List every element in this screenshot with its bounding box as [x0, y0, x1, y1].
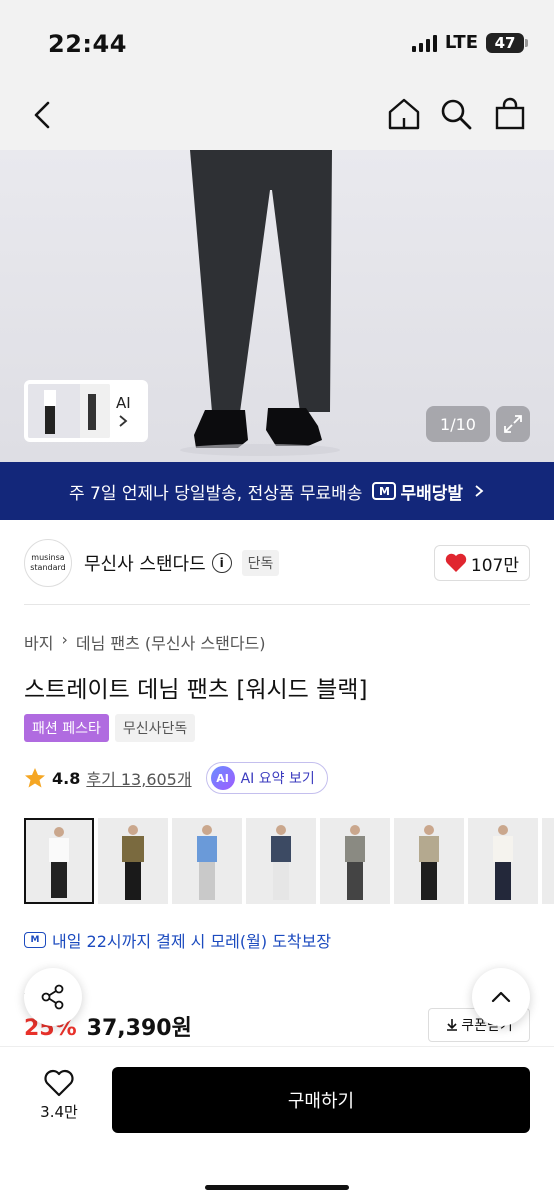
chevron-up-icon — [491, 991, 511, 1003]
status-time: 22:44 — [48, 30, 127, 58]
download-icon — [447, 1019, 458, 1031]
banner-badge-label: 무배당발 — [400, 483, 464, 504]
fashion-festa-tag: 패션 페스타 — [24, 714, 109, 742]
wishlist-count: 3.4만 — [40, 1103, 78, 1121]
delivery-banner[interactable]: 주 7일 언제나 당일발송, 전상품 무료배송 M 무배당발 — [0, 462, 554, 520]
chevron-right-icon — [475, 485, 484, 497]
bottom-action-bar: 3.4만 구매하기 — [0, 1046, 554, 1200]
info-icon[interactable]: i — [211, 553, 232, 573]
ai-label: AI — [116, 394, 131, 412]
breadcrumb-separator: › — [61, 630, 68, 649]
breadcrumb: 바지 › 데님 팬츠 (무신사 스탠다드) — [24, 630, 266, 654]
brand-logo-line1: musinsa — [31, 553, 65, 562]
color-variant[interactable] — [542, 818, 554, 904]
product-image[interactable]: AI 1/10 — [0, 150, 554, 462]
tag-row: 패션 페스타 무신사단독 — [24, 714, 196, 742]
status-bar: 22:44 LTE 47 — [0, 0, 554, 80]
ai-icon: AI — [210, 766, 235, 790]
chevron-right-icon — [119, 415, 128, 427]
thumbnail-image — [28, 384, 110, 438]
wishlist-button[interactable]: 3.4만 — [26, 1069, 92, 1122]
exclusive-badge: 단독 — [241, 550, 280, 576]
home-indicator — [205, 1185, 349, 1190]
ai-summary-label: AI 요약 보기 — [240, 771, 315, 787]
color-variant[interactable] — [320, 818, 390, 904]
color-variant[interactable] — [246, 818, 316, 904]
expand-icon — [504, 415, 522, 433]
status-indicators: LTE 47 — [411, 32, 528, 53]
heart-icon — [445, 553, 467, 572]
ai-thumbnail-label: AI — [116, 394, 131, 428]
breadcrumb-item-category[interactable]: 바지 — [24, 630, 53, 654]
image-counter: 1/10 — [426, 406, 490, 442]
ai-thumbnail-card[interactable]: AI — [24, 380, 148, 442]
nav-bar — [0, 80, 554, 150]
review-count-link[interactable]: 후기 13,605개 — [86, 766, 191, 790]
sale-price: 37,390원 — [86, 1016, 192, 1041]
color-variant[interactable] — [468, 818, 538, 904]
delivery-icon: M — [24, 932, 46, 948]
network-label: LTE — [444, 32, 478, 53]
delivery-guarantee: M 내일 22시까지 결제 시 모레(월) 도착보장 — [24, 928, 331, 952]
heart-outline-icon — [44, 1069, 74, 1097]
breadcrumb-item-subcategory[interactable]: 데님 팬츠 (무신사 스탠다드) — [76, 630, 266, 654]
back-icon[interactable] — [26, 98, 60, 132]
brand-row: musinsa standard 무신사 스탠다드 i 단독 107만 — [24, 534, 530, 592]
color-variant[interactable] — [172, 818, 242, 904]
ai-summary-button[interactable]: AI AI 요약 보기 — [205, 762, 328, 794]
buy-button[interactable]: 구매하기 — [112, 1067, 530, 1133]
color-variant[interactable] — [98, 818, 168, 904]
truck-icon: M — [372, 482, 397, 500]
home-icon[interactable] — [386, 96, 422, 132]
product-title: 스트레이트 데님 팬츠 [워시드 블랙] — [24, 677, 368, 703]
color-variant-list — [24, 818, 554, 904]
divider — [24, 604, 530, 605]
delivery-text: 내일 22시까지 결제 시 모레(월) 도착보장 — [52, 932, 332, 951]
like-count: 107만 — [470, 555, 519, 576]
color-variant[interactable] — [394, 818, 464, 904]
star-icon — [25, 768, 45, 788]
brand-logo-line2: standard — [30, 563, 66, 572]
search-icon[interactable] — [438, 96, 474, 132]
expand-button[interactable] — [496, 406, 530, 442]
rating-value: 4.8 — [52, 768, 81, 788]
color-variant[interactable] — [24, 818, 94, 904]
signal-icon — [411, 34, 437, 52]
brand-like-button[interactable]: 107만 — [433, 545, 530, 581]
musinsa-exclusive-tag: 무신사단독 — [114, 714, 196, 742]
share-button[interactable] — [24, 968, 82, 1026]
banner-text: 주 7일 언제나 당일발송, 전상품 무료배송 — [68, 483, 363, 504]
banner-badge: M 무배당발 — [372, 479, 463, 504]
share-icon — [41, 984, 64, 1010]
scroll-top-button[interactable] — [472, 968, 530, 1026]
brand-logo[interactable]: musinsa standard — [24, 539, 72, 587]
brand-name[interactable]: 무신사 스탠다드 — [84, 550, 206, 576]
battery-icon: 47 — [486, 32, 528, 53]
rating-row: 4.8 후기 13,605개 AI AI 요약 보기 — [24, 762, 328, 794]
cart-icon[interactable] — [492, 96, 528, 132]
